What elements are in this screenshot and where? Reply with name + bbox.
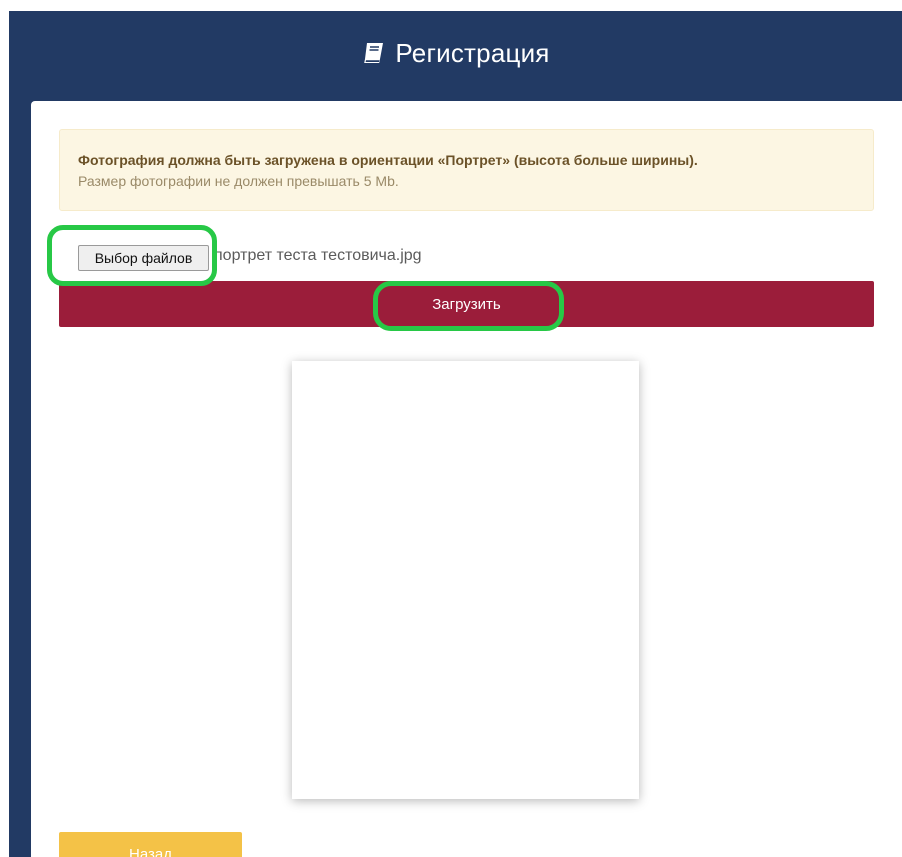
upload-highlight — [373, 281, 564, 331]
selected-file-name: портрет теста тестовича.jpg — [214, 247, 422, 264]
choose-files-highlight — [47, 225, 217, 286]
book-icon — [361, 41, 387, 65]
photo-requirements-alert: Фотография должна быть загружена в ориен… — [59, 129, 874, 211]
alert-size-text: Размер фотографии не должен превышать 5 … — [78, 173, 399, 189]
page-title: Регистрация — [9, 28, 902, 78]
page-title-text: Регистрация — [395, 37, 550, 68]
back-button[interactable]: Назад — [59, 832, 242, 857]
alert-orientation-text: Фотография должна быть загружена в ориен… — [78, 152, 698, 168]
page-top-margin — [0, 0, 902, 11]
photo-preview — [292, 361, 639, 799]
page-left-margin — [0, 0, 9, 857]
